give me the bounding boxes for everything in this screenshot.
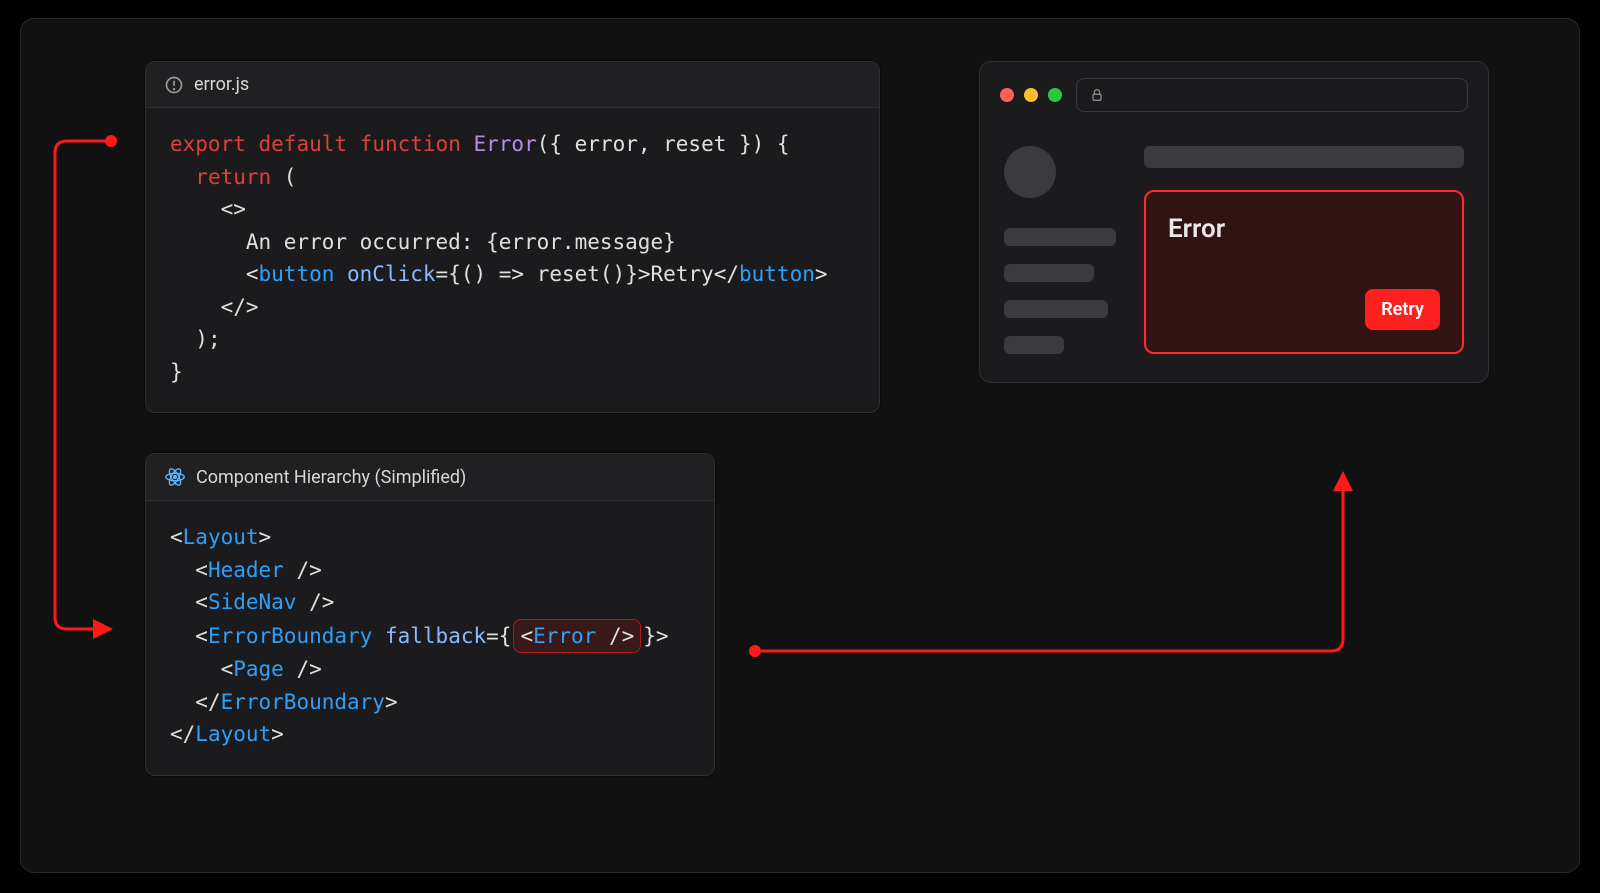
code-panel-header: error.js xyxy=(146,62,879,108)
address-bar[interactable] xyxy=(1076,78,1468,112)
tok: return xyxy=(195,165,271,189)
browser-mock: Error Retry xyxy=(979,61,1489,383)
tree-panel-title: Component Hierarchy (Simplified) xyxy=(196,467,466,488)
traffic-lights xyxy=(1000,88,1062,102)
tok: SideNav xyxy=(208,590,297,614)
tok: ErrorBoundary xyxy=(221,690,385,714)
error-highlight: <Error /> xyxy=(513,619,641,654)
tok: onClick xyxy=(334,262,435,286)
traffic-max-icon xyxy=(1048,88,1062,102)
tok: Layout xyxy=(183,525,259,549)
tok: = xyxy=(436,262,449,286)
tok: {() => reset()}> xyxy=(448,262,650,286)
tok: Page xyxy=(233,657,284,681)
traffic-close-icon xyxy=(1000,88,1014,102)
retry-button[interactable]: Retry xyxy=(1365,289,1440,330)
tok: button xyxy=(739,262,815,286)
skeleton-bar xyxy=(1004,300,1108,318)
tok: > xyxy=(815,262,828,286)
tok: export xyxy=(170,132,246,156)
tok: < xyxy=(246,262,259,286)
tok: <> xyxy=(221,197,246,221)
code-panel-filename: error.js xyxy=(194,74,249,95)
browser-chrome xyxy=(980,62,1488,128)
code-panel: error.js export default function Error({… xyxy=(145,61,880,413)
tok: ({ error, reset }) { xyxy=(537,132,790,156)
skeleton-title-bar xyxy=(1144,146,1464,168)
tree-panel-header: Component Hierarchy (Simplified) xyxy=(146,454,714,501)
tok: An error occurred: xyxy=(246,230,486,254)
tok: </> xyxy=(221,295,259,319)
browser-body: Error Retry xyxy=(980,128,1488,382)
tok: ); xyxy=(195,327,220,351)
tok: </ xyxy=(714,262,739,286)
tok: button xyxy=(259,262,335,286)
traffic-min-icon xyxy=(1024,88,1038,102)
lock-icon xyxy=(1089,87,1105,103)
react-icon xyxy=(164,466,186,488)
tok: fallback xyxy=(385,624,486,648)
tok: ErrorBoundary xyxy=(208,624,372,648)
tok: {error.message} xyxy=(486,230,676,254)
skeleton-bar xyxy=(1004,336,1064,354)
tok: } xyxy=(170,360,183,384)
error-circle-icon xyxy=(164,75,184,95)
code-panel-body: export default function Error({ error, r… xyxy=(146,108,879,412)
tok: function xyxy=(360,132,461,156)
tree-panel-body: <Layout> <Header /> <SideNav /> <ErrorBo… xyxy=(146,501,714,775)
tree-panel: Component Hierarchy (Simplified) <Layout… xyxy=(145,453,715,776)
diagram-stage: error.js export default function Error({… xyxy=(20,18,1580,873)
tok: Header xyxy=(208,558,284,582)
skeleton-bar xyxy=(1004,228,1116,246)
sidebar-skeleton xyxy=(1004,228,1116,354)
error-card: Error Retry xyxy=(1144,190,1464,354)
tok: Error xyxy=(474,132,537,156)
error-card-title: Error xyxy=(1168,214,1440,244)
tok: ( xyxy=(271,165,296,189)
tok: Error xyxy=(533,624,596,648)
tok: default xyxy=(259,132,348,156)
tok: Layout xyxy=(195,722,271,746)
tok: Retry xyxy=(650,262,713,286)
avatar xyxy=(1004,146,1056,198)
skeleton-bar xyxy=(1004,264,1094,282)
